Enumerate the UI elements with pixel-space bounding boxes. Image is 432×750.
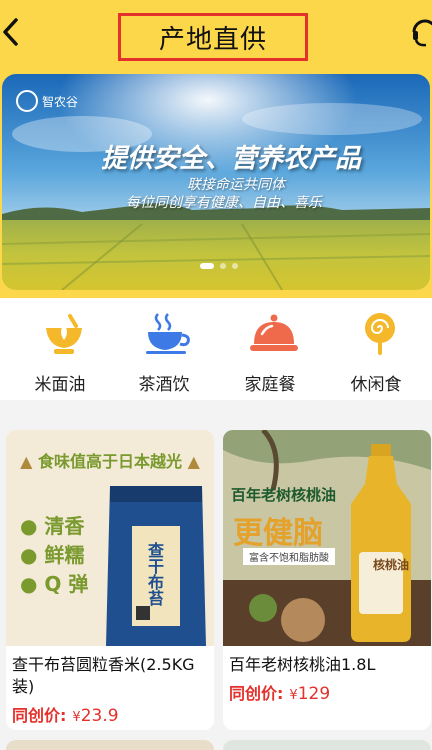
product-image-walnut-oil: 百年老树核桃油 更健脑 富含不饱和脂肪酸 核桃油 bbox=[223, 430, 431, 646]
category-family-meal[interactable]: 家庭餐 bbox=[230, 312, 310, 395]
price-row: 同创价: ¥129 bbox=[223, 676, 431, 704]
category-panel: 米面油 茶酒饮 家庭餐 休闲食 bbox=[0, 298, 432, 400]
product-title: 百年老树核桃油1.8L bbox=[229, 655, 376, 674]
page-title: 产地直供 bbox=[158, 24, 267, 55]
walnut-image-headline: 百年老树核桃油 bbox=[231, 486, 337, 504]
currency-symbol: ¥ bbox=[72, 710, 81, 725]
carousel-indicator bbox=[200, 263, 238, 269]
banner-logo: 智农谷 bbox=[16, 90, 78, 112]
lollipop-icon bbox=[365, 313, 395, 355]
banner-headline: 提供安全、营养农产品 bbox=[100, 144, 361, 174]
banner-logo-text: 智农谷 bbox=[42, 94, 79, 109]
product-card[interactable]: 百年老树核桃油 更健脑 富含不饱和脂肪酸 核桃油 百年老树核桃油1.8L 同创价… bbox=[223, 430, 431, 730]
product-image-rice: ▲ 食味值高于日本越光 ▲ ● 清香 ● 鲜糯 ● Q 弹 查干布苔 bbox=[6, 430, 214, 646]
tea-cup-icon bbox=[146, 313, 190, 354]
carousel-dot[interactable] bbox=[232, 263, 238, 269]
carousel-dot-active[interactable] bbox=[200, 263, 214, 269]
diamond-icon: ▲ bbox=[20, 452, 33, 471]
header-bar: 产地直供 bbox=[0, 0, 432, 66]
category-label: 茶酒饮 bbox=[138, 375, 190, 395]
price-row: 同创价: ¥23.9 bbox=[6, 698, 214, 726]
category-label: 家庭餐 bbox=[244, 375, 296, 395]
customer-service-icon bbox=[412, 19, 432, 47]
category-rice-flour-oil[interactable]: 米面油 bbox=[20, 312, 100, 395]
banner-subline-2: 每位同创享有健康、自由、喜乐 bbox=[126, 195, 322, 211]
category-tea-wine-drink[interactable]: 茶酒饮 bbox=[124, 312, 204, 395]
price-label: 同创价: bbox=[12, 706, 67, 725]
customer-service-button[interactable] bbox=[406, 14, 432, 50]
banner-subline-1: 联接命运共同体 bbox=[187, 177, 285, 193]
product-card-next[interactable] bbox=[6, 740, 214, 750]
product-title: 查干布苔圆粒香米(2.5KG装) bbox=[12, 655, 195, 696]
walnut-image-slogan: 更健脑 bbox=[233, 516, 323, 551]
category-label: 休闲食 bbox=[350, 375, 402, 395]
price-value: 23.9 bbox=[80, 706, 119, 726]
rice-feature: ● 鲜糯 bbox=[20, 543, 85, 567]
rice-feature: ● 清香 bbox=[20, 514, 85, 538]
rice-feature: ● Q 弹 bbox=[20, 572, 89, 596]
product-card[interactable]: ▲ 食味值高于日本越光 ▲ ● 清香 ● 鲜糯 ● Q 弹 查干布苔 查干布苔圆… bbox=[6, 430, 214, 730]
page-title-box: 产地直供 bbox=[118, 13, 308, 61]
grain-bowl-icon bbox=[46, 314, 82, 354]
product-card-next[interactable] bbox=[223, 740, 431, 750]
price-value: 129 bbox=[297, 684, 331, 704]
diamond-icon: ▲ bbox=[187, 452, 200, 471]
oil-bottle-illustration bbox=[351, 444, 411, 642]
category-label: 米面油 bbox=[34, 375, 86, 395]
carousel-dot[interactable] bbox=[220, 263, 226, 269]
walnut-image-tag: 富含不饱和脂肪酸 bbox=[243, 548, 335, 565]
back-button[interactable] bbox=[0, 12, 26, 52]
currency-symbol: ¥ bbox=[289, 688, 298, 703]
oil-bottle-label: 核桃油 bbox=[372, 558, 409, 572]
price-label: 同创价: bbox=[229, 684, 284, 703]
back-chevron-icon bbox=[3, 18, 18, 46]
rice-image-banner-text: 食味值高于日本越光 bbox=[37, 452, 182, 471]
rice-bag-label: 查干布苔 bbox=[145, 542, 164, 606]
food-cloche-icon bbox=[250, 314, 298, 351]
category-snacks[interactable]: 休闲食 bbox=[336, 312, 416, 395]
promo-banner[interactable]: 智农谷 提供安全、营养农产品 联接命运共同体 每位同创享有健康、自由、喜乐 bbox=[2, 74, 430, 290]
leaf-logo-icon bbox=[16, 90, 38, 112]
